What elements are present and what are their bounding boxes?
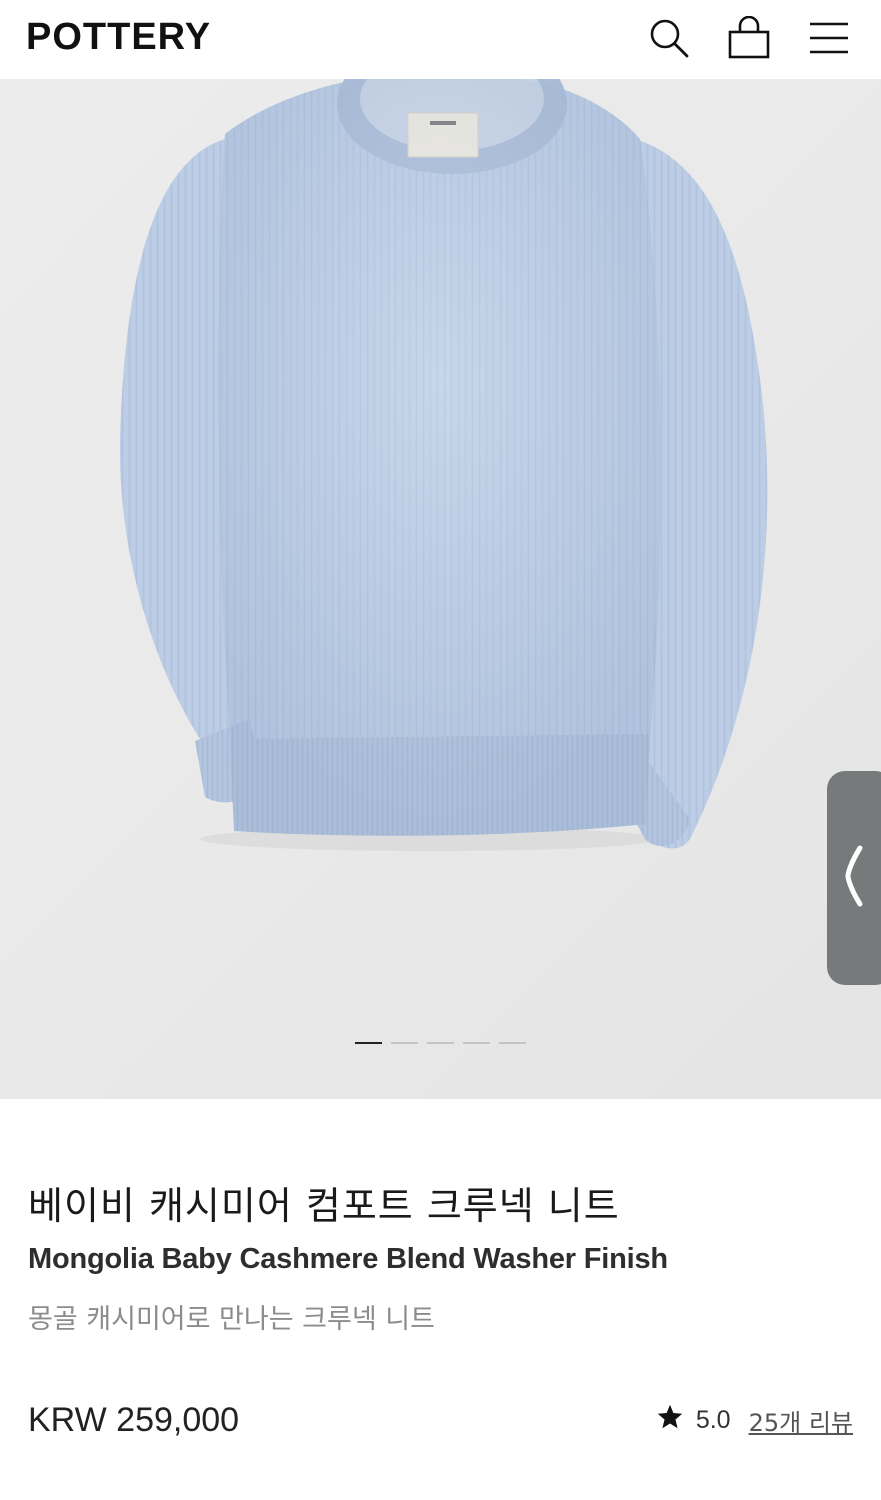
header-actions: [647, 15, 851, 60]
side-drawer-tab[interactable]: [827, 771, 881, 985]
top-header: POTTERY: [0, 0, 881, 79]
product-image-gallery[interactable]: [0, 79, 881, 1099]
shopping-bag-icon[interactable]: [727, 15, 771, 60]
product-info: 베이비 캐시미어 컴포트 크루넥 니트 Mongolia Baby Cashme…: [0, 1099, 881, 1500]
brand-logo[interactable]: POTTERY: [26, 16, 211, 59]
rating-value: 5.0: [695, 1406, 731, 1434]
product-price: KRW 259,000: [28, 1401, 240, 1439]
slide-dot-4[interactable]: [463, 1042, 490, 1044]
slide-indicator: [355, 1042, 526, 1044]
sweater-product-image: [119, 79, 768, 851]
menu-icon[interactable]: [807, 16, 851, 60]
search-icon[interactable]: [647, 16, 691, 60]
review-count-link[interactable]: 25개 리뷰: [749, 1403, 853, 1438]
slide-dot-3[interactable]: [427, 1042, 454, 1044]
product-title-english: Mongolia Baby Cashmere Blend Washer Fini…: [28, 1243, 668, 1275]
star-icon: [656, 1403, 684, 1438]
slide-dot-5[interactable]: [499, 1042, 526, 1044]
slide-dot-2[interactable]: [391, 1042, 418, 1044]
slide-dot-1[interactable]: [355, 1042, 382, 1044]
product-subtitle: 몽골 캐시미어로 만나는 크루넥 니트: [28, 1304, 435, 1335]
product-title-korean: 베이비 캐시미어 컴포트 크루넥 니트: [28, 1184, 620, 1228]
chevron-left-icon: [842, 844, 866, 912]
rating-summary: 5.0 25개 리뷰: [656, 1403, 853, 1438]
